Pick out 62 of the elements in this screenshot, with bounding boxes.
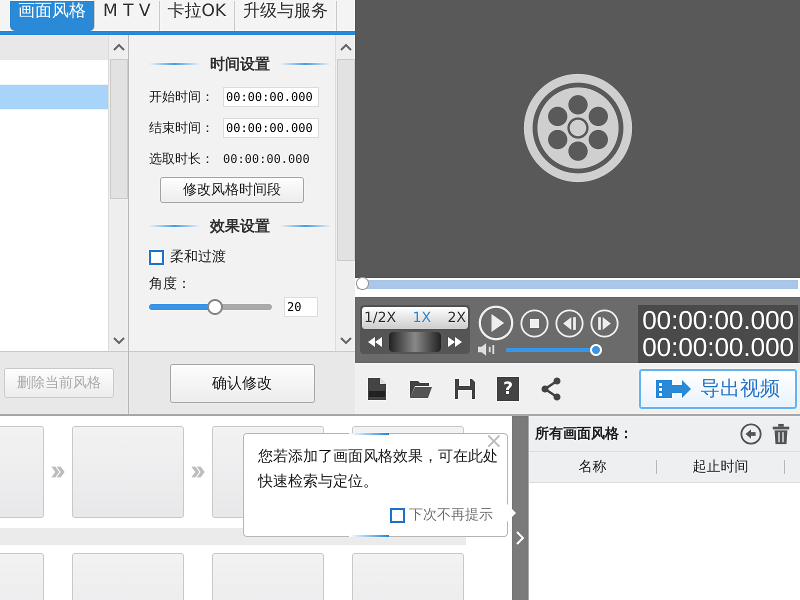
section-title: 时间设置	[210, 54, 270, 74]
seek-thumb[interactable]	[356, 277, 369, 290]
checkbox[interactable]	[390, 508, 405, 522]
tab[interactable]: 升级与服务	[235, 1, 338, 31]
angle-field[interactable]: 20	[284, 297, 318, 317]
section-title: 效果设置	[210, 216, 270, 236]
scroll-down-icon[interactable]	[340, 337, 352, 345]
next-frame-button[interactable]	[590, 308, 619, 338]
tab[interactable]: M T V	[95, 1, 160, 31]
save-icon[interactable]	[453, 376, 477, 400]
panel-title: 所有画面风格：	[535, 424, 633, 442]
new-file-icon[interactable]	[365, 376, 389, 400]
trash-icon[interactable]	[770, 422, 792, 444]
speed-selector[interactable]: 1/2X 1X 2X	[362, 307, 468, 329]
back-icon[interactable]	[740, 422, 762, 444]
fast-forward-icon[interactable]	[448, 337, 462, 347]
checkbox-label: 柔和过渡	[170, 248, 226, 266]
speaker-icon[interactable]	[478, 343, 496, 356]
tip-text: 您若添加了画面风格效果，可在此处快速检索与定位。	[258, 447, 498, 492]
confirm-button[interactable]: 确认修改	[170, 364, 314, 402]
angle-label: 角度：	[149, 275, 192, 293]
speed-option[interactable]: 2X	[448, 310, 466, 326]
field-label: 结束时间：	[149, 120, 215, 137]
duration-value: 00:00:00.000	[223, 152, 310, 166]
jog-wheel[interactable]	[389, 332, 441, 352]
scrollbar[interactable]	[108, 35, 128, 351]
angle-slider[interactable]	[149, 299, 272, 315]
scroll-down-icon[interactable]	[112, 337, 124, 345]
stop-button[interactable]	[520, 308, 549, 338]
field-label: 选取时长：	[149, 151, 215, 168]
chevron-icon	[50, 465, 66, 479]
column-header[interactable]: 起止时间	[657, 460, 785, 474]
scroll-thumb[interactable]	[336, 59, 354, 261]
chevron-icon	[190, 465, 206, 479]
scroll-up-icon[interactable]	[112, 43, 124, 51]
previous-frame-button[interactable]	[555, 308, 584, 338]
end-time-field[interactable]: 00:00:00.000	[223, 118, 319, 138]
tab[interactable]: 画面风格	[10, 1, 95, 31]
total-time: 00:00:00.000	[642, 334, 794, 361]
help-button[interactable]: ?	[497, 376, 519, 400]
chevron-right-icon[interactable]	[516, 531, 524, 545]
slider-thumb[interactable]	[207, 299, 224, 315]
export-video-button[interactable]: 导出视频	[639, 368, 797, 408]
film-arrow-icon	[656, 378, 692, 400]
speed-option[interactable]: 1/2X	[364, 310, 396, 326]
tab[interactable]: 卡拉OK	[160, 1, 236, 31]
rewind-icon[interactable]	[368, 337, 382, 347]
modify-time-button[interactable]: 修改风格时间段	[160, 177, 304, 203]
play-button[interactable]	[478, 305, 514, 341]
panel-toggle[interactable]	[512, 416, 528, 600]
checkbox-label: 下次不再提示	[409, 506, 493, 524]
scrollbar[interactable]	[335, 35, 355, 351]
volume-slider[interactable]	[506, 344, 600, 356]
share-icon[interactable]	[539, 376, 563, 400]
start-time-field[interactable]: 00:00:00.000	[223, 87, 319, 107]
scroll-thumb[interactable]	[110, 59, 128, 199]
scroll-up-icon[interactable]	[340, 43, 352, 51]
field-label: 开始时间：	[149, 89, 215, 106]
current-time: 00:00:00.000	[642, 307, 794, 334]
volume-thumb[interactable]	[590, 344, 602, 356]
checkbox[interactable]	[149, 250, 164, 264]
column-header[interactable]: 名称	[529, 460, 657, 474]
